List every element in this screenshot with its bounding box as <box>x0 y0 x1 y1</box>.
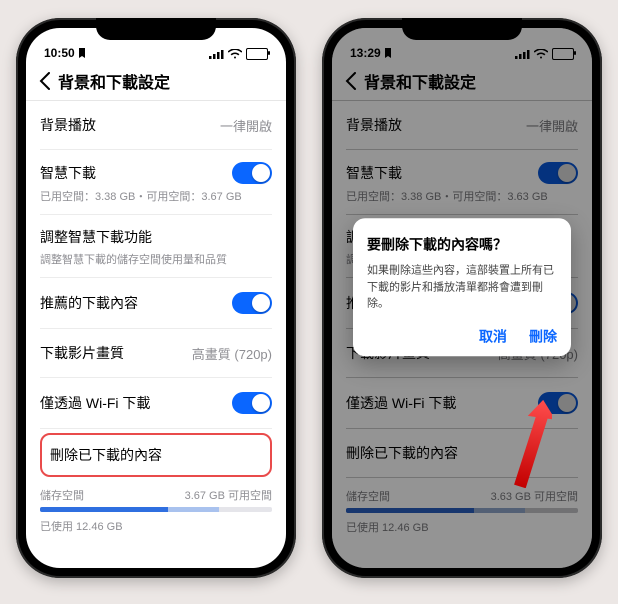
page-title: 背景和下載設定 <box>58 69 170 93</box>
row-wifi-only: 僅透過 Wi-Fi 下載 <box>40 393 150 413</box>
dialog-cancel-button[interactable]: 取消 <box>479 326 507 346</box>
phone-left: 10:50 <box>16 18 296 578</box>
dialog-title: 要刪除下載的內容嗎？ <box>367 234 557 254</box>
storage-head-right: 3.67 GB 可用空間 <box>185 487 272 503</box>
toggle-wifi-only[interactable] <box>232 392 272 414</box>
row-bg-play[interactable]: 背景播放 <box>40 115 96 135</box>
confirm-dialog: 要刪除下載的內容嗎？ 如果刪除這些內容，這部裝置上所有已下載的影片和播放清單都將… <box>353 218 571 356</box>
toggle-smart-dl[interactable] <box>232 162 272 184</box>
row-delete-label: 刪除已下載的內容 <box>50 447 162 463</box>
row-recommend: 推薦的下載內容 <box>40 293 138 313</box>
row-adjust-sub: 調整智慧下載的儲存空間使用量和品質 <box>40 251 272 278</box>
row-bg-play-value: 一律開啟 <box>220 116 272 135</box>
wifi-icon <box>228 49 242 59</box>
row-quality-value: 高畫質 (720p) <box>192 344 272 363</box>
row-smart-dl: 智慧下載 <box>40 163 96 183</box>
row-quality[interactable]: 下載影片畫質 <box>40 343 124 363</box>
cellular-icon <box>209 49 224 59</box>
back-icon[interactable] <box>36 72 54 90</box>
navbar: 背景和下載設定 <box>26 62 286 101</box>
row-smart-dl-sub: 已用空間：3.38 GB・可用空間：3.67 GB <box>40 188 272 215</box>
clock: 10:50 <box>44 46 75 60</box>
bookmark-icon <box>78 48 86 58</box>
row-adjust[interactable]: 調整智慧下載功能 <box>40 227 152 247</box>
row-delete-downloads[interactable]: 刪除已下載的內容 <box>40 433 272 477</box>
storage-head-left: 儲存空間 <box>40 487 84 503</box>
notch <box>96 18 216 40</box>
dialog-body: 如果刪除這些內容，這部裝置上所有已下載的影片和播放清單都將會遭到刪除。 <box>367 262 557 312</box>
battery-icon <box>246 48 268 60</box>
phone-right: 13:29 <box>322 18 602 578</box>
storage-used-label: 已使用 12.46 GB <box>40 512 272 534</box>
toggle-recommend[interactable] <box>232 292 272 314</box>
dialog-confirm-button[interactable]: 刪除 <box>529 326 557 346</box>
